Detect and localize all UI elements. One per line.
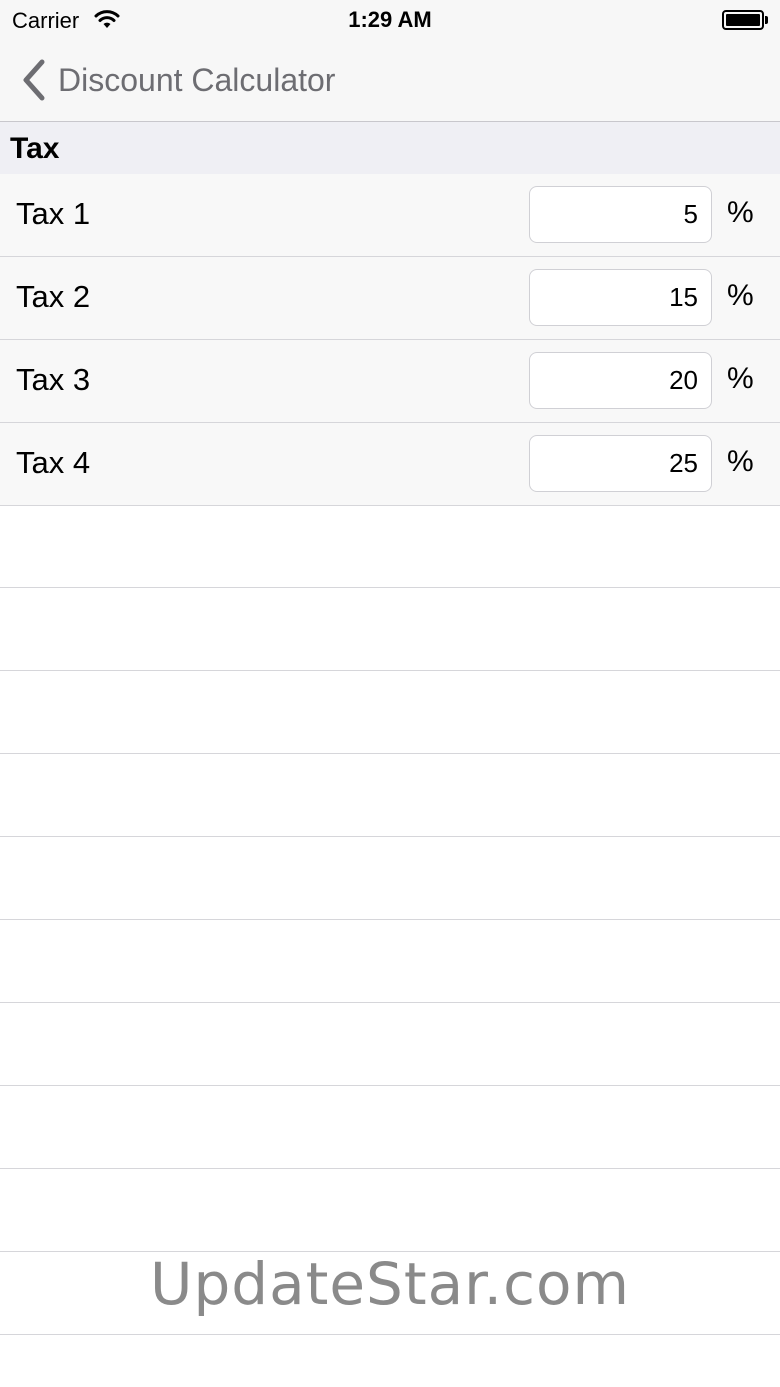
row-separator	[0, 753, 780, 754]
tax-row-2: Tax 2 %	[0, 257, 780, 340]
tax-4-input[interactable]	[529, 435, 712, 492]
chevron-left-icon	[23, 59, 45, 101]
tax-2-input[interactable]	[529, 269, 712, 326]
tax-row-4: Tax 4 %	[0, 423, 780, 506]
row-separator	[0, 1002, 780, 1003]
percent-unit: %	[727, 445, 754, 478]
percent-unit: %	[727, 362, 754, 395]
tax-label: Tax 3	[16, 362, 91, 397]
tax-row-3: Tax 3 %	[0, 340, 780, 423]
row-separator	[0, 670, 780, 671]
row-separator	[0, 1168, 780, 1169]
row-separator	[0, 587, 780, 588]
row-separator	[0, 836, 780, 837]
tax-1-input[interactable]	[529, 186, 712, 243]
tax-3-input[interactable]	[529, 352, 712, 409]
tax-row-1: Tax 1 %	[0, 174, 780, 257]
tax-label: Tax 2	[16, 279, 91, 314]
section-header: Tax	[0, 122, 780, 174]
row-separator	[0, 919, 780, 920]
status-bar: Carrier 1:29 AM	[0, 0, 780, 40]
status-time: 1:29 AM	[348, 7, 432, 32]
percent-unit: %	[727, 196, 754, 229]
watermark-text: UpdateStar.com	[150, 1250, 630, 1318]
row-separator	[0, 1334, 780, 1335]
back-button-label: Discount Calculator	[58, 61, 336, 98]
row-separator	[0, 1085, 780, 1086]
tax-label: Tax 4	[16, 445, 91, 480]
section-title: Tax	[10, 132, 60, 165]
back-button[interactable]: Discount Calculator	[20, 58, 335, 102]
tax-label: Tax 1	[16, 196, 91, 231]
navigation-bar: Discount Calculator	[0, 40, 780, 122]
battery-icon	[722, 10, 768, 30]
percent-unit: %	[727, 279, 754, 312]
